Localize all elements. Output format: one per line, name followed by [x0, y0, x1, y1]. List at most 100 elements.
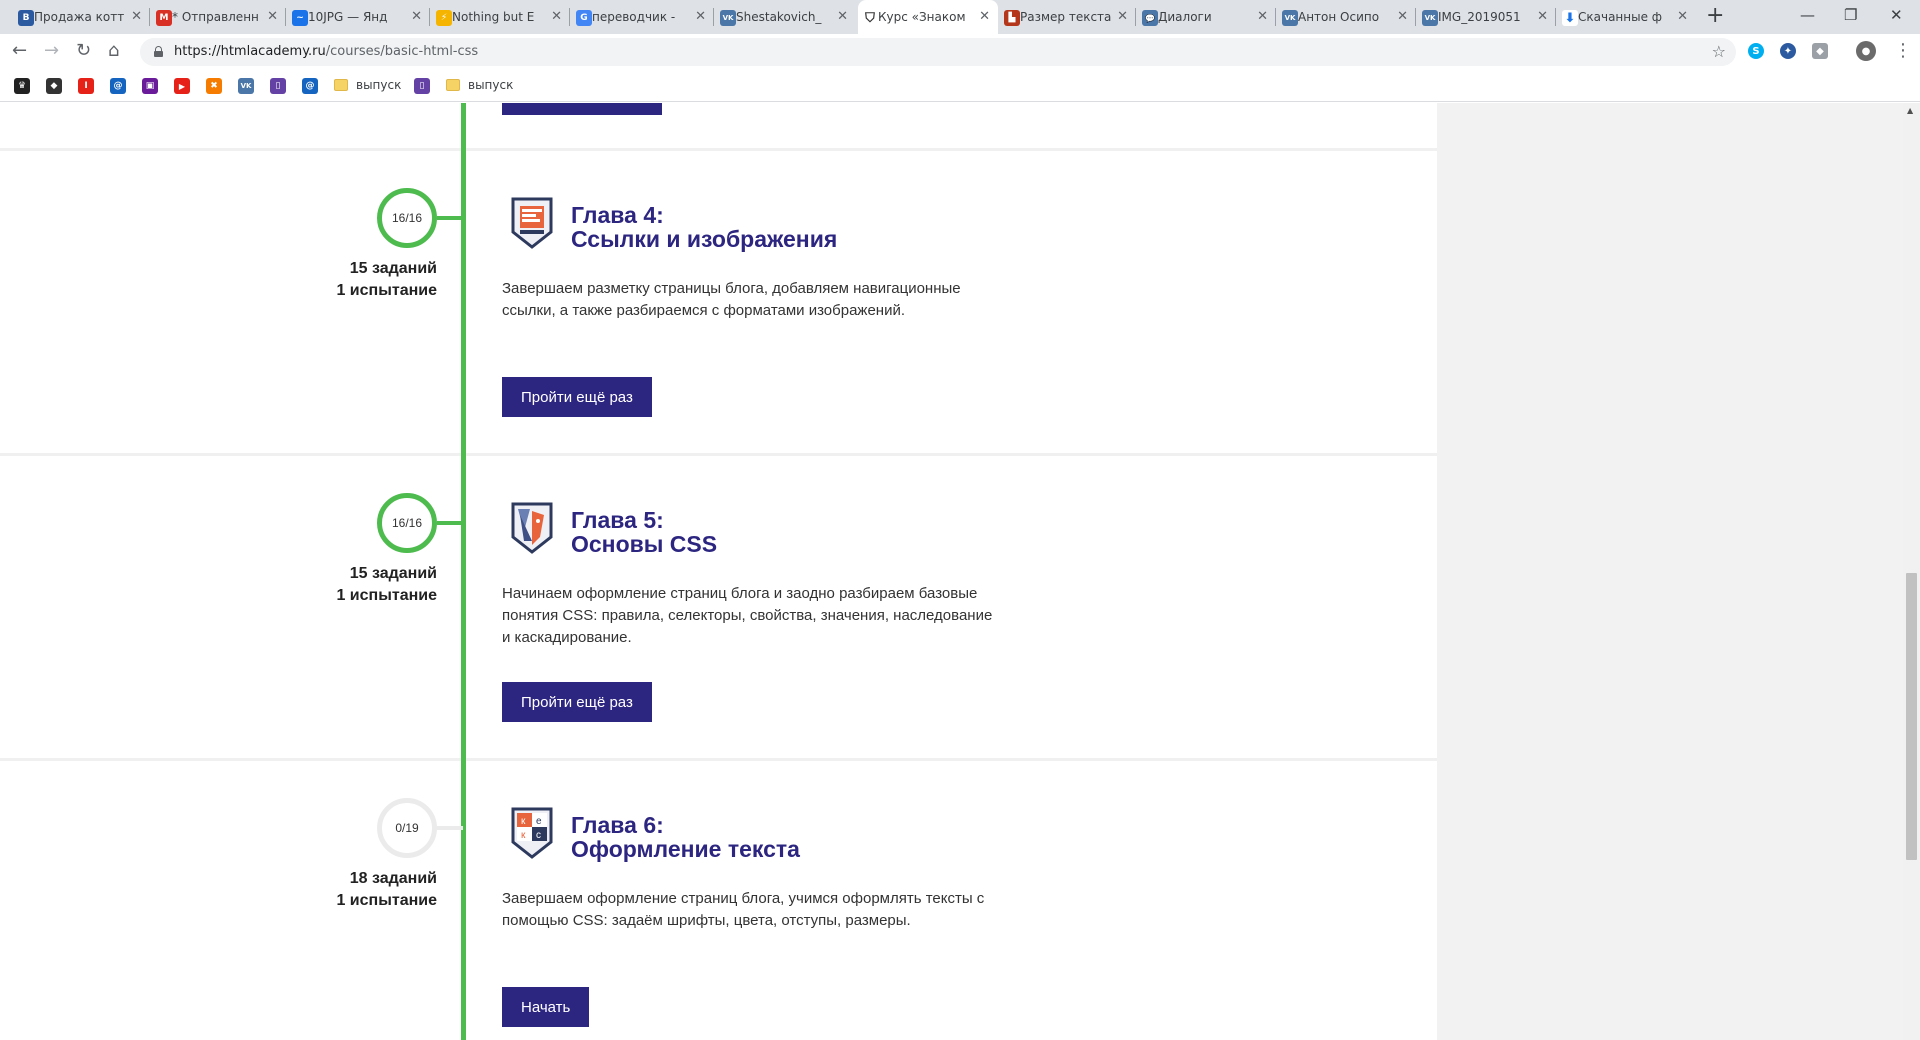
- browser-tab[interactable]: 💬 Диалоги ✕: [1138, 0, 1276, 34]
- chapter-card: 16/16 15 заданий 1 испытание Глава 5: Ос…: [0, 456, 1437, 759]
- chapter-stats: 15 заданий 1 испытание: [237, 258, 437, 302]
- progress-circle: 16/16: [377, 493, 437, 553]
- previous-chapter-button[interactable]: [502, 103, 662, 115]
- scroll-up-arrow-icon[interactable]: ▲: [1907, 106, 1913, 115]
- tab-strip: B Продажа котт ✕ M * Отправленн ✕ ~ 10JP…: [0, 0, 1920, 34]
- close-icon[interactable]: ✕: [979, 9, 990, 24]
- chapter-number: Глава 5:: [571, 507, 664, 533]
- bookmark-folder[interactable]: выпуск: [446, 78, 513, 92]
- close-icon[interactable]: ✕: [837, 9, 848, 24]
- trials-count: 1 испытание: [336, 282, 437, 299]
- vk-icon[interactable]: VK: [238, 78, 254, 94]
- tab-favicon-icon: B: [18, 10, 34, 26]
- chapter-name: Ссылки и изображения: [571, 226, 838, 252]
- bookmark-star-icon[interactable]: ☆: [1712, 42, 1726, 61]
- close-icon[interactable]: ✕: [1397, 9, 1408, 24]
- lock-icon: [154, 46, 163, 57]
- timeline-connector: [437, 521, 463, 525]
- htmlacademy-icon: ⛉: [862, 10, 878, 26]
- retry-chapter-button[interactable]: Пройти ещё раз: [502, 682, 652, 722]
- back-button[interactable]: ←: [12, 41, 27, 61]
- vk-icon: VK: [1282, 10, 1298, 26]
- gmail-icon: M: [156, 10, 172, 26]
- chapter-title: Глава 4: Ссылки и изображения: [571, 203, 837, 251]
- browser-tab[interactable]: ▙ Размер текста ✕: [1000, 0, 1136, 34]
- browser-tab[interactable]: M * Отправленн ✕: [152, 0, 286, 34]
- bookmark-folder[interactable]: выпуск: [334, 78, 401, 92]
- browser-tab[interactable]: VK Антон Осипо ✕: [1278, 0, 1416, 34]
- twitch-icon[interactable]: ▯: [270, 78, 286, 94]
- close-icon[interactable]: ✕: [411, 9, 422, 24]
- folder-label: выпуск: [356, 78, 402, 92]
- close-icon[interactable]: ✕: [695, 9, 706, 24]
- browser-tab[interactable]: VK Shestakovich_ ✕: [716, 0, 856, 34]
- bookmark-icon-7[interactable]: ✖: [206, 78, 222, 94]
- browser-tab-active[interactable]: ⛉ Курс «Знаком ✕: [858, 0, 998, 34]
- chapter-stats: 18 заданий 1 испытание: [237, 868, 437, 912]
- chapter-badge-icon: к е к с: [511, 807, 553, 859]
- close-icon[interactable]: ✕: [1117, 9, 1128, 24]
- address-bar[interactable]: https://htmlacademy.ru/courses/basic-htm…: [140, 38, 1736, 66]
- start-chapter-button[interactable]: Начать: [502, 987, 590, 1027]
- scrollbar-thumb[interactable]: [1906, 573, 1917, 860]
- svg-text:к: к: [521, 830, 526, 841]
- home-button[interactable]: ⌂: [108, 41, 119, 61]
- shield-extension-icon[interactable]: ◆: [1812, 43, 1828, 59]
- chapter-name: Основы CSS: [571, 531, 718, 557]
- google-icon: G: [576, 10, 592, 26]
- close-icon[interactable]: ✕: [1537, 9, 1548, 24]
- chapter-stats: 15 заданий 1 испытание: [237, 563, 437, 607]
- skype-extension-icon[interactable]: S: [1748, 43, 1764, 59]
- extension-icon[interactable]: ✦: [1780, 43, 1796, 59]
- browser-tab[interactable]: ~ 10JPG — Янд ✕: [288, 0, 430, 34]
- browser-tab[interactable]: B Продажа котт ✕: [14, 0, 150, 34]
- close-icon[interactable]: ✕: [267, 9, 278, 24]
- retry-chapter-button[interactable]: Пройти ещё раз: [502, 377, 652, 417]
- close-icon[interactable]: ✕: [551, 9, 562, 24]
- timeline-connector: [437, 826, 463, 830]
- browser-tab[interactable]: ⬇ Скачанные ф ✕: [1558, 0, 1696, 34]
- close-icon[interactable]: ✕: [1677, 9, 1688, 24]
- bookmark-icon-3[interactable]: I: [78, 78, 94, 94]
- svg-text:с: с: [536, 830, 541, 841]
- chapter-number: Глава 6:: [571, 812, 664, 838]
- bookmark-icon-10[interactable]: @: [302, 78, 318, 94]
- progress-circle: 16/16: [377, 188, 437, 248]
- page-scrollbar[interactable]: ▲: [1903, 103, 1920, 1040]
- restore-button[interactable]: ❐: [1844, 6, 1857, 24]
- folder-icon: [334, 79, 348, 91]
- browser-tab[interactable]: ⚡ Nothing but E ✕: [432, 0, 570, 34]
- chapter-description: Начинаем оформление страниц блога и заод…: [502, 585, 993, 646]
- bookmarks-bar: ♛ ◆ I @ ▣ ▶ ✖ VK ▯ @ выпуск ▯ выпуск: [0, 70, 1920, 102]
- chat-icon: 💬: [1142, 10, 1158, 26]
- youtube-icon[interactable]: ▶: [174, 78, 190, 94]
- forward-button[interactable]: →: [44, 41, 59, 61]
- browser-tab[interactable]: VK IMG_2019051 ✕: [1418, 0, 1556, 34]
- folder-icon: [446, 79, 460, 91]
- chapter-title: Глава 5: Основы CSS: [571, 508, 717, 556]
- menu-icon[interactable]: ⋮: [1894, 41, 1912, 61]
- minimize-button[interactable]: —: [1800, 6, 1815, 24]
- bookmark-icon-5[interactable]: ▣: [142, 78, 158, 94]
- avatar[interactable]: ●: [1856, 41, 1876, 61]
- progress-circle: 0/19: [377, 798, 437, 858]
- trials-count: 1 испытание: [336, 892, 437, 909]
- page-icon: ▙: [1004, 10, 1020, 26]
- browser-tab[interactable]: G переводчик - ✕: [572, 0, 714, 34]
- bookmark-icon-1[interactable]: ♛: [14, 78, 30, 94]
- svg-text:к: к: [521, 816, 526, 827]
- bookmark-icon-2[interactable]: ◆: [46, 78, 62, 94]
- close-icon[interactable]: ✕: [1257, 9, 1268, 24]
- browser-toolbar: ← → ↻ ⌂ https://htmlacademy.ru/courses/b…: [0, 34, 1920, 70]
- new-tab-button[interactable]: +: [1706, 5, 1724, 27]
- url-text[interactable]: https://htmlacademy.ru/courses/basic-htm…: [174, 44, 478, 59]
- close-icon[interactable]: ✕: [131, 9, 142, 24]
- bookmark-icon-4[interactable]: @: [110, 78, 126, 94]
- reload-button[interactable]: ↻: [76, 41, 91, 61]
- yandex-disk-icon: ~: [292, 10, 308, 26]
- twitch-icon[interactable]: ▯: [414, 78, 430, 94]
- tasks-count: 15 заданий: [349, 260, 437, 277]
- close-window-button[interactable]: ✕: [1890, 6, 1903, 24]
- download-icon: ⬇: [1562, 10, 1578, 26]
- chapter-name: Оформление текста: [571, 836, 800, 862]
